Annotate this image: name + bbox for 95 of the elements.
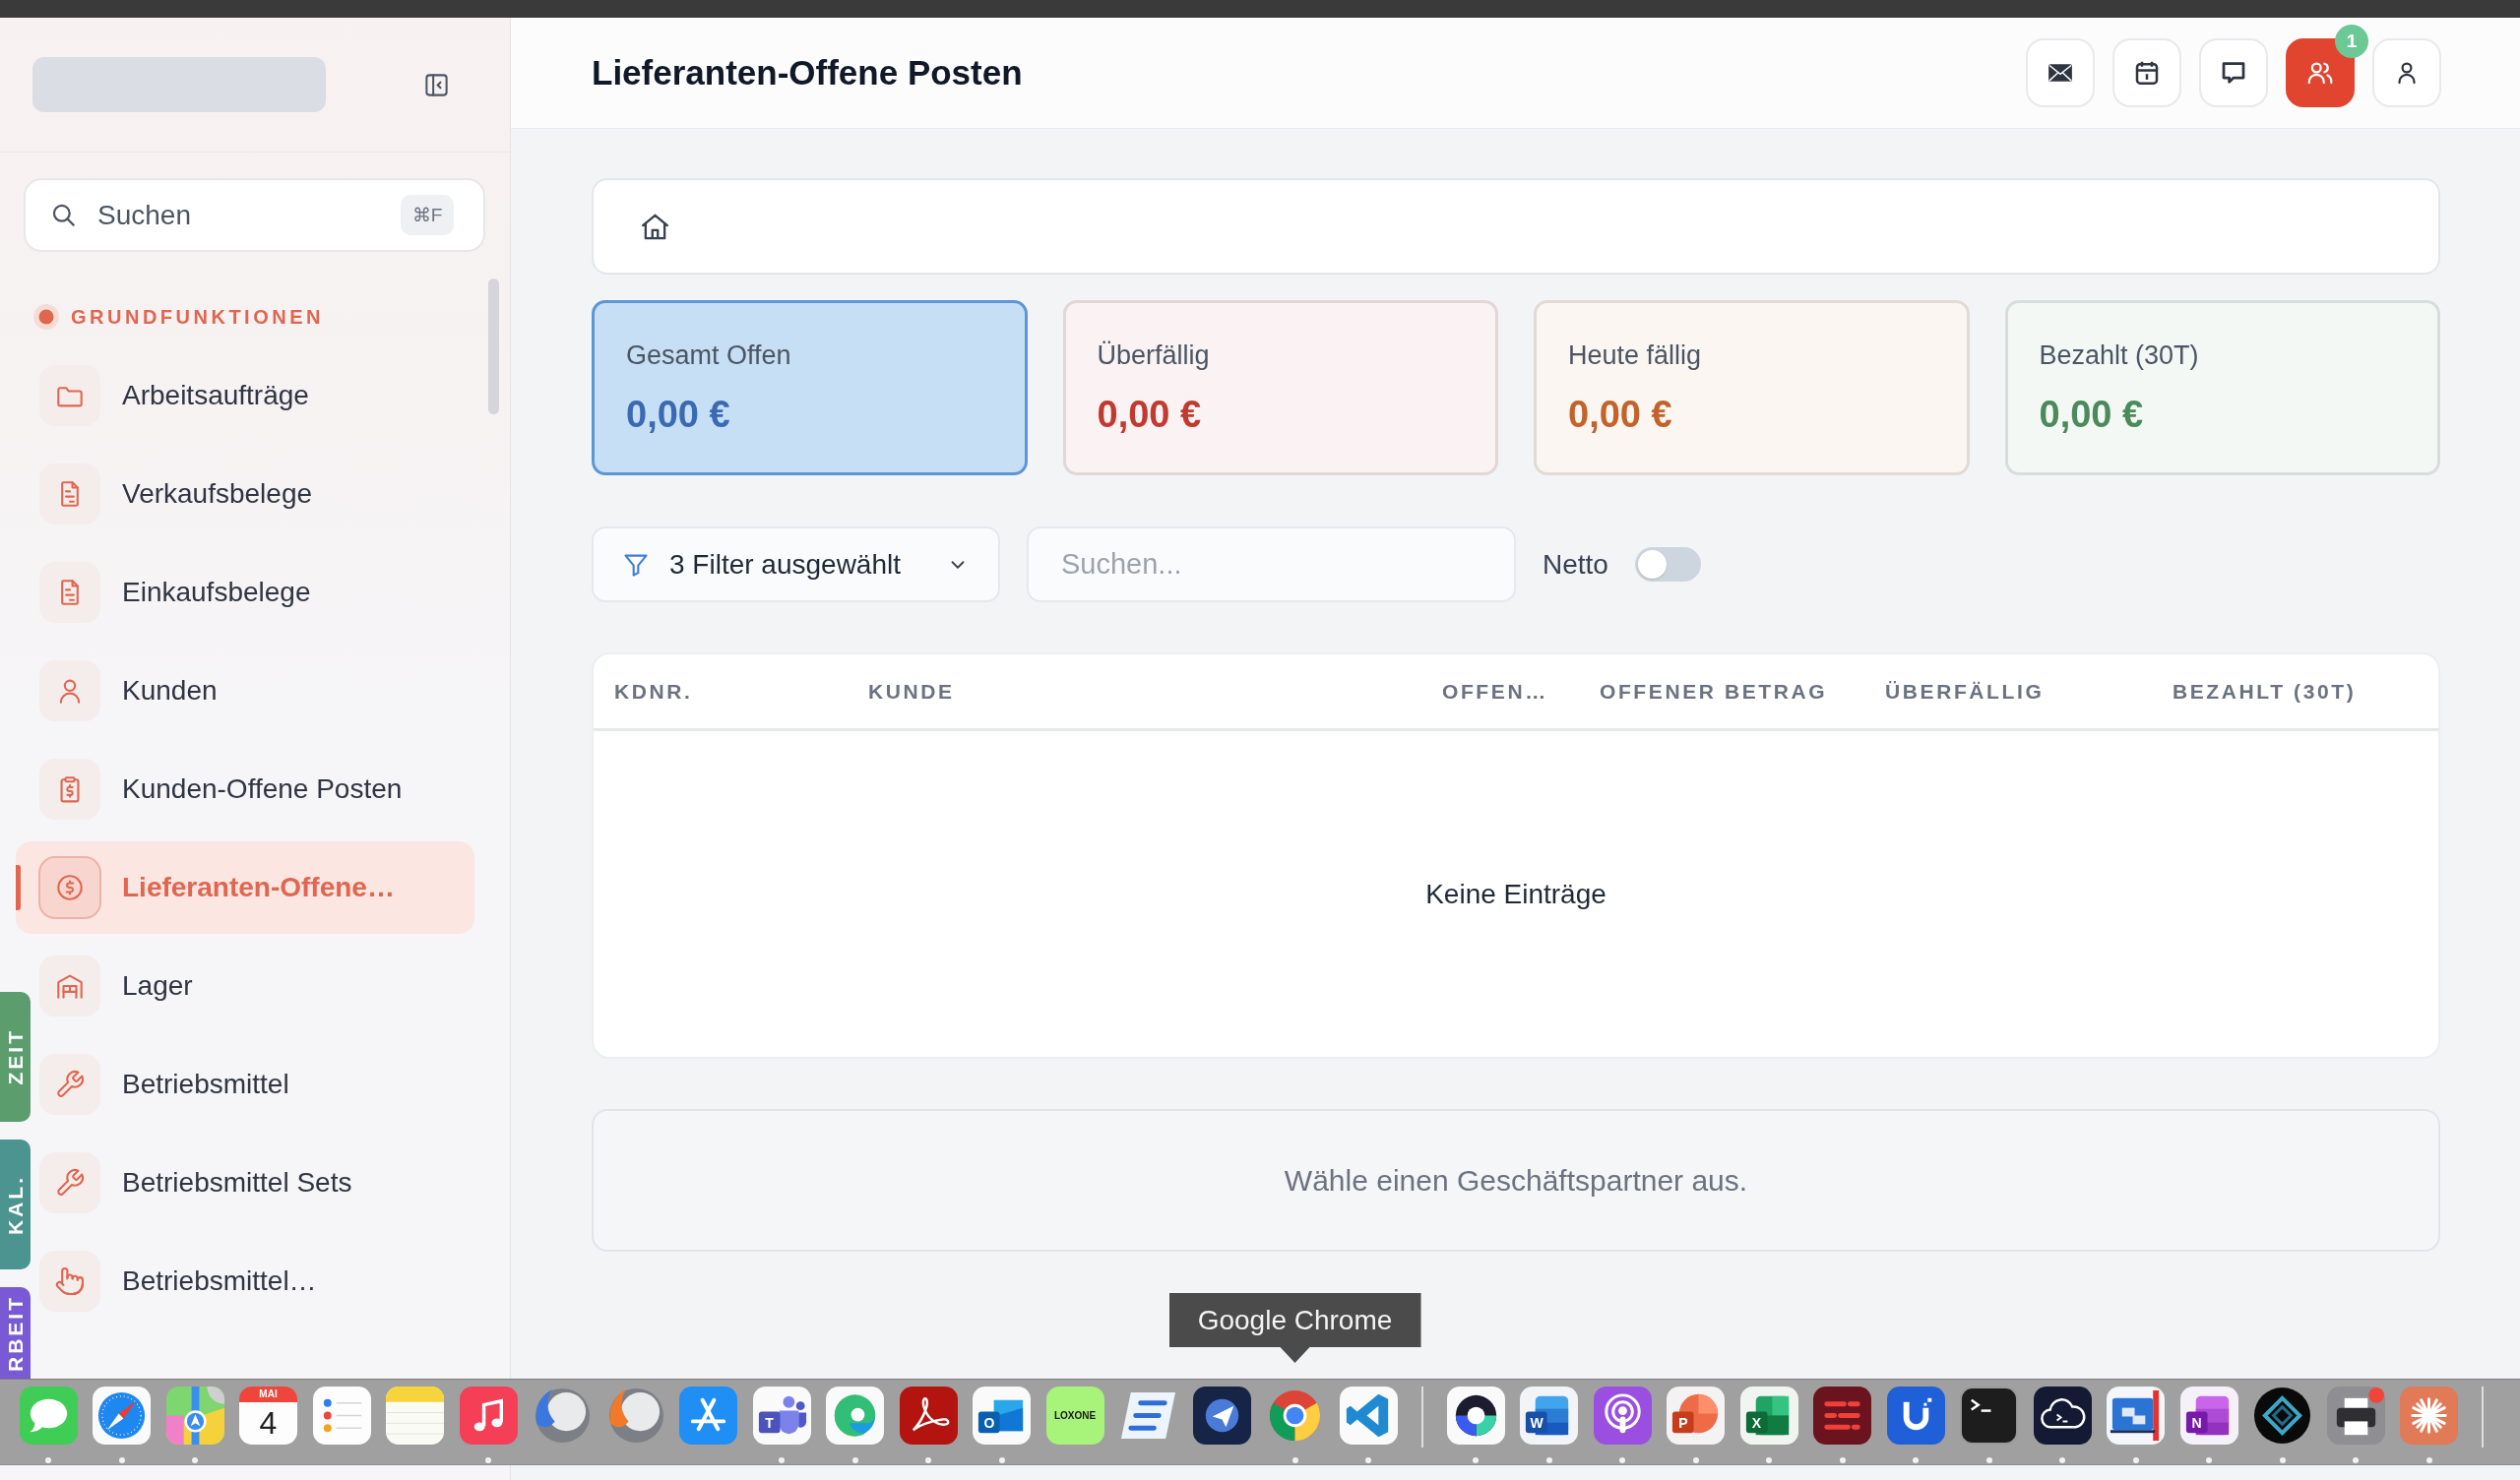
- paper-plane-icon[interactable]: [1192, 1387, 1251, 1445]
- card-value: 0,00 €: [1568, 393, 1672, 436]
- empty-state-text: Keine Einträge: [1425, 878, 1606, 910]
- dashes-icon[interactable]: [1813, 1387, 1871, 1445]
- folder-icon: [38, 364, 101, 427]
- hand-pointer-icon: [38, 1250, 101, 1313]
- starburst-icon[interactable]: [2400, 1387, 2458, 1445]
- filter-button[interactable]: 3 Filter ausgewählt: [592, 526, 1000, 602]
- app-letter: N: [2190, 1414, 2203, 1433]
- pie-tile-icon[interactable]: [1667, 1387, 1725, 1445]
- loop-curve-icon[interactable]: [899, 1387, 958, 1445]
- summary-card[interactable]: Bezahlt (30T) 0,00 €: [2004, 300, 2440, 475]
- app-letter: X: [1750, 1414, 1763, 1433]
- stacked-sheets-icon[interactable]: [2179, 1387, 2238, 1445]
- scrollbar-thumb[interactable]: [488, 278, 499, 414]
- monitor-icon[interactable]: [2107, 1387, 2165, 1445]
- nav-item[interactable]: Einkaufsbelege: [38, 546, 474, 639]
- speech-bubble-icon[interactable]: [19, 1387, 78, 1445]
- page-title: Lieferanten-Offene Posten: [592, 53, 1023, 92]
- toggle-label: Netto: [1543, 548, 1608, 581]
- tooltip: Google Chrome: [1168, 1293, 1421, 1363]
- ring-icon[interactable]: [1446, 1387, 1505, 1445]
- person-icon: [38, 659, 101, 722]
- notification-badge: 1: [2335, 25, 2368, 58]
- column-header: KUNDE: [867, 679, 956, 704]
- summary-card[interactable]: Überfällig 0,00 €: [1062, 300, 1498, 475]
- calendar-icon[interactable]: MAI 4: [239, 1387, 297, 1445]
- notepad-icon[interactable]: [386, 1387, 444, 1445]
- card-label: Bezahlt (30T): [2039, 339, 2199, 371]
- stacked-sheets-icon[interactable]: [1520, 1387, 1578, 1445]
- panel-collapse-icon[interactable]: [423, 71, 450, 98]
- mail-button[interactable]: [2026, 38, 2095, 107]
- profile-button[interactable]: [2372, 38, 2441, 107]
- nav-item[interactable]: Betriebsmittel Sets: [38, 1137, 474, 1229]
- section-heading: GRUNDFUNKTIONEN: [71, 305, 324, 329]
- search-icon: [50, 202, 77, 228]
- card-label: Gesamt Offen: [626, 339, 791, 371]
- music-note-icon[interactable]: [459, 1387, 518, 1445]
- card-value: 0,00 €: [2039, 393, 2144, 436]
- nav-item[interactable]: Arbeitsaufträge: [38, 349, 474, 442]
- wrench-icon: [38, 1151, 101, 1214]
- swirl-icon[interactable]: [826, 1387, 884, 1445]
- document-icon: [38, 561, 101, 624]
- checklist-icon[interactable]: [312, 1387, 371, 1445]
- column-header: OFFEN…: [1441, 679, 1549, 704]
- wrench-icon: [38, 1053, 101, 1116]
- app-logo[interactable]: LOXONE: [1045, 1387, 1104, 1445]
- side-tab[interactable]: KAL.: [0, 1140, 31, 1269]
- nav-item[interactable]: Kunden-Offene Posten: [38, 743, 474, 835]
- calendar-button[interactable]: [2112, 38, 2181, 107]
- card-label: Heute fällig: [1568, 339, 1702, 371]
- shortcut-hint: ⌘F: [401, 195, 454, 235]
- calendar-month: MAI: [259, 1388, 278, 1401]
- crossed-strokes-icon[interactable]: [679, 1387, 737, 1445]
- column-header: KDNR.: [613, 679, 694, 704]
- calendar-day: 4: [259, 1405, 278, 1441]
- u-shape-icon[interactable]: [1886, 1387, 1945, 1445]
- receipt-icon: [38, 758, 101, 821]
- search-field[interactable]: Suchen...: [1027, 526, 1516, 602]
- empty-message: Wähle einen Geschäftspartner aus.: [1284, 1163, 1748, 1198]
- sphere-icon[interactable]: [533, 1387, 591, 1445]
- app-letter: T: [764, 1414, 775, 1433]
- column-header: ÜBERFÄLLIG: [1884, 679, 2046, 704]
- side-tab[interactable]: RBEIT: [0, 1287, 31, 1379]
- grid-tile-icon[interactable]: [1739, 1387, 1798, 1445]
- chat-button[interactable]: [2199, 38, 2268, 107]
- card-value: 0,00 €: [1097, 393, 1202, 436]
- app-letter: P: [1677, 1414, 1689, 1433]
- active-indicator: [16, 865, 21, 910]
- summary-card[interactable]: Heute fällig 0,00 €: [1534, 300, 1970, 475]
- printer-icon[interactable]: [2326, 1387, 2385, 1445]
- card-label: Überfällig: [1097, 339, 1210, 371]
- app-letter: O: [982, 1414, 996, 1433]
- section-dot-icon: [33, 304, 59, 330]
- compass-icon[interactable]: [93, 1387, 151, 1445]
- people-tile-icon[interactable]: [752, 1387, 811, 1445]
- broadcast-icon[interactable]: [1593, 1387, 1652, 1445]
- nav-item[interactable]: Betriebsmittel…: [38, 1235, 474, 1327]
- ribbon-icon[interactable]: [1339, 1387, 1398, 1445]
- terminal-icon[interactable]: [1960, 1387, 2018, 1445]
- document-icon: [38, 462, 101, 525]
- column-header: BEZAHLT (30T): [2172, 679, 2358, 704]
- nav-item[interactable]: Verkaufsbelege: [38, 448, 474, 540]
- nav-item[interactable]: Betriebsmittel: [38, 1038, 474, 1131]
- column-header: OFFENER BETRAG: [1599, 679, 1829, 704]
- split-tile-icon[interactable]: [973, 1387, 1031, 1445]
- summary-card[interactable]: Gesamt Offen 0,00 €: [592, 300, 1028, 475]
- warehouse-icon: [38, 955, 101, 1018]
- map-icon[interactable]: [165, 1387, 224, 1445]
- nav-item[interactable]: Kunden: [38, 645, 474, 737]
- cloud-terminal-icon[interactable]: [2033, 1387, 2092, 1445]
- card-value: 0,00 €: [626, 393, 730, 436]
- netto-toggle[interactable]: [1634, 547, 1701, 582]
- app-letter: W: [1529, 1414, 1544, 1433]
- nav-item[interactable]: Lager: [38, 940, 474, 1032]
